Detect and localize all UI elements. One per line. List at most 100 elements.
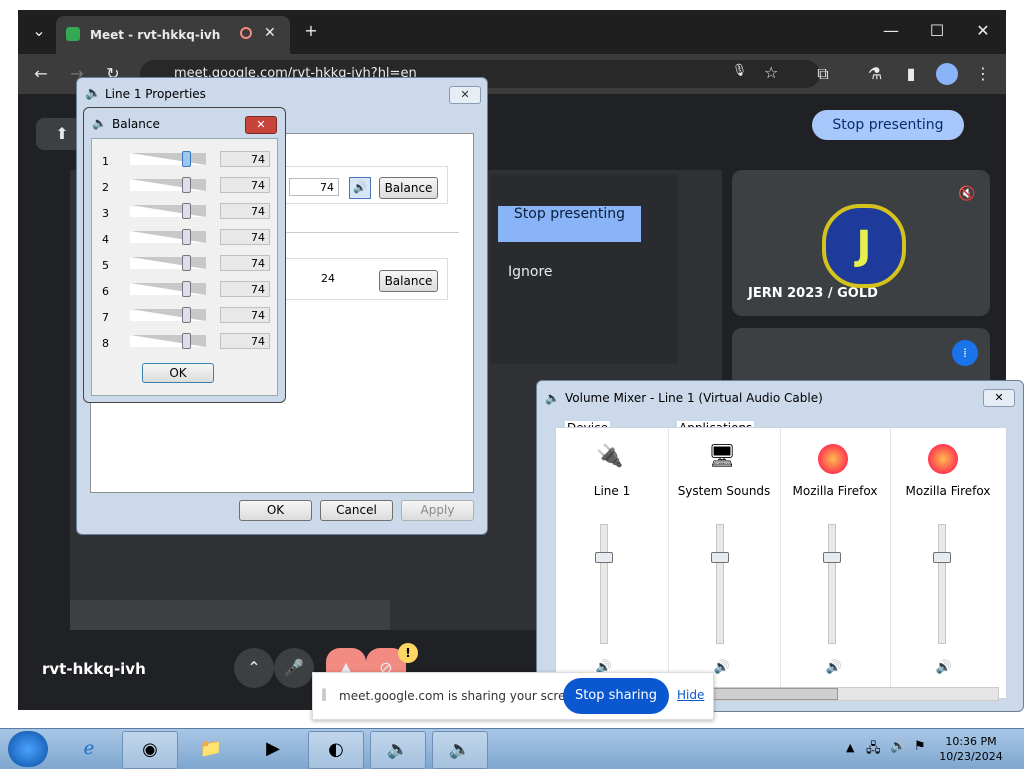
- media-player-icon[interactable]: ▶: [246, 731, 300, 767]
- tab-title: Meet - rvt-hkkq-ivh: [90, 28, 221, 42]
- slider-thumb[interactable]: [182, 281, 191, 297]
- apply-button[interactable]: Apply: [401, 500, 474, 521]
- slider-thumb[interactable]: [711, 552, 729, 563]
- close-icon[interactable]: ✕: [245, 116, 277, 134]
- tab-strip: ⌄ Meet - rvt-hkkq-ivh ✕ + — ☐ ✕: [18, 10, 1006, 54]
- close-tab-icon[interactable]: ✕: [264, 25, 276, 41]
- labs-icon[interactable]: ⚗: [862, 61, 888, 87]
- channel-slider[interactable]: [130, 257, 206, 269]
- sharing-message: meet.google.com is sharing your screen.: [339, 689, 585, 703]
- mic-button-icon[interactable]: 🎤: [274, 648, 314, 688]
- channel-value[interactable]: 74: [220, 307, 270, 323]
- channel-value[interactable]: 74: [220, 333, 270, 349]
- speaker-taskbar-icon[interactable]: 🔈: [370, 731, 426, 769]
- horizontal-scrollbar[interactable]: [677, 687, 999, 701]
- slider-thumb[interactable]: [182, 255, 191, 271]
- slider-thumb[interactable]: [182, 229, 191, 245]
- channel-row: 5 74: [92, 253, 277, 279]
- balance-panel: 1 74 2 74 3 74 4 74 5 74 6 74 7 74 8 74 OK: [91, 138, 278, 396]
- channel-slider[interactable]: [130, 153, 206, 165]
- ok-button[interactable]: OK: [239, 500, 312, 521]
- slider-thumb[interactable]: [933, 552, 951, 563]
- channel-slider[interactable]: [130, 283, 206, 295]
- slider-thumb[interactable]: [182, 333, 191, 349]
- cancel-button[interactable]: Cancel: [320, 500, 393, 521]
- channel-value[interactable]: 74: [220, 151, 270, 167]
- close-window-icon[interactable]: ✕: [970, 18, 996, 44]
- sidepanel-icon[interactable]: ▮: [898, 61, 924, 87]
- explorer-icon[interactable]: 📁: [184, 731, 238, 767]
- maximize-icon[interactable]: ☐: [924, 18, 950, 44]
- level-value-2[interactable]: 24: [289, 270, 339, 288]
- mixer-panel: 🔌 Line 1 🔊 🖥 System Sounds 🔊 Mozilla Fir…: [555, 427, 1007, 699]
- hide-link[interactable]: Hide: [677, 688, 704, 702]
- channel-value[interactable]: 74: [220, 281, 270, 297]
- channel-value[interactable]: 74: [220, 255, 270, 271]
- speaker-mute-icon[interactable]: 🔊: [349, 177, 371, 199]
- speaker-taskbar-icon-2[interactable]: 🔈: [432, 731, 488, 769]
- speaker-icon[interactable]: 🔊: [934, 660, 954, 675]
- clock[interactable]: 10:36 PM 10/23/2024: [936, 734, 1006, 764]
- more-icon[interactable]: ⌃: [234, 648, 274, 688]
- start-button[interactable]: [8, 731, 48, 767]
- flag-icon[interactable]: ⚑: [914, 739, 926, 754]
- stop-presenting-button[interactable]: Stop presenting: [812, 110, 964, 140]
- channel-row: 3 74: [92, 201, 277, 227]
- channel-value[interactable]: 74: [220, 229, 270, 245]
- bookmark-star-icon[interactable]: ☆: [764, 63, 778, 82]
- balance-ok-button[interactable]: OK: [142, 363, 214, 383]
- mic-icon[interactable]: 🎙: [732, 63, 747, 77]
- tab-meet[interactable]: Meet - rvt-hkkq-ivh ✕: [56, 16, 290, 54]
- audio-cable-icon: 🔌: [596, 444, 624, 469]
- volume-slider[interactable]: [828, 524, 836, 644]
- volume-slider[interactable]: [600, 524, 608, 644]
- inner-stop-presenting-button[interactable]: Stop presenting: [498, 206, 641, 242]
- level-value-1[interactable]: 74: [289, 178, 339, 196]
- extensions-icon[interactable]: ⧉: [810, 61, 836, 87]
- volume-slider[interactable]: [938, 524, 946, 644]
- meeting-code: rvt-hkkq-ivh: [42, 660, 146, 678]
- scroll-thumb[interactable]: [708, 688, 838, 700]
- channel-slider[interactable]: [130, 335, 206, 347]
- firefox-icon: [818, 444, 848, 474]
- close-icon[interactable]: ✕: [449, 86, 481, 104]
- minimize-icon[interactable]: —: [878, 18, 904, 44]
- close-icon[interactable]: ✕: [983, 389, 1015, 407]
- channel-slider[interactable]: [130, 309, 206, 321]
- channel-slider[interactable]: [130, 205, 206, 217]
- volume-slider[interactable]: [716, 524, 724, 644]
- slider-thumb[interactable]: [182, 203, 191, 219]
- balance-button-2[interactable]: Balance: [379, 270, 438, 292]
- menu-icon[interactable]: ⋮: [970, 61, 996, 87]
- show-hidden-icon[interactable]: ▲: [846, 741, 854, 754]
- channel-row: 7 74: [92, 305, 277, 331]
- network-icon[interactable]: 🖧: [866, 739, 881, 761]
- slider-thumb[interactable]: [823, 552, 841, 563]
- tab-search-icon[interactable]: ⌄: [26, 18, 52, 44]
- profile-avatar[interactable]: [936, 63, 958, 85]
- mixer-col-line1: 🔌 Line 1 🔊: [556, 428, 669, 698]
- ignore-button[interactable]: Ignore: [508, 264, 553, 280]
- back-icon[interactable]: ←: [28, 61, 54, 87]
- recording-icon: [240, 27, 252, 39]
- channel-slider[interactable]: [130, 179, 206, 191]
- slider-thumb[interactable]: [182, 307, 191, 323]
- new-tab-icon[interactable]: +: [298, 18, 324, 44]
- volume-tray-icon[interactable]: 🔊: [890, 739, 906, 754]
- drag-handle-icon[interactable]: ‖: [321, 687, 327, 701]
- channel-value[interactable]: 74: [220, 203, 270, 219]
- slider-thumb[interactable]: [182, 177, 191, 193]
- speaker-icon[interactable]: 🔊: [824, 660, 844, 675]
- channel-row: 6 74: [92, 279, 277, 305]
- firefox-taskbar-icon[interactable]: ◉: [122, 731, 178, 769]
- channel-slider[interactable]: [130, 231, 206, 243]
- slider-thumb[interactable]: [182, 151, 191, 167]
- chrome-taskbar-icon[interactable]: ◐: [308, 731, 364, 769]
- channel-label: 3: [102, 207, 109, 220]
- balance-button-1[interactable]: Balance: [379, 177, 438, 199]
- channel-value[interactable]: 74: [220, 177, 270, 193]
- stop-sharing-button[interactable]: Stop sharing: [563, 678, 669, 714]
- speaker-icon[interactable]: 🔊: [712, 660, 732, 675]
- slider-thumb[interactable]: [595, 552, 613, 563]
- ie-icon[interactable]: ℯ: [62, 731, 116, 767]
